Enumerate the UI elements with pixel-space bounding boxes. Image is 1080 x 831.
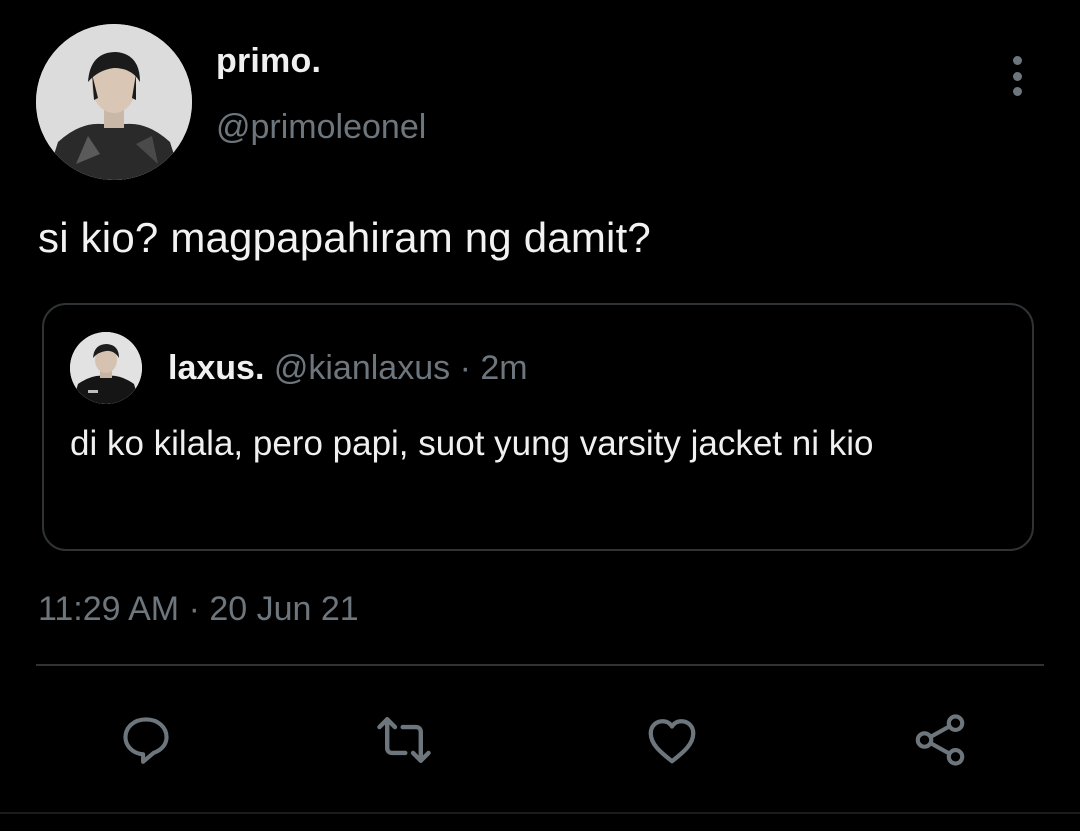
more-dot-icon — [1012, 56, 1022, 65]
more-options-button[interactable] — [1000, 56, 1034, 96]
share-icon — [915, 714, 965, 766]
quoted-tweet-text: di ko kilala, pero papi, suot yung varsi… — [70, 424, 874, 463]
retweet-button[interactable] — [372, 708, 436, 772]
tweet-timestamp[interactable]: 11:29 AM · 20 Jun 21 — [38, 590, 359, 629]
heart-icon — [648, 719, 696, 764]
author-display-name[interactable]: primo. — [216, 42, 321, 81]
quoted-tweet-time: 2m — [480, 349, 528, 387]
quoted-tweet-header: laxus. @kianlaxus · 2m — [168, 349, 528, 388]
divider — [36, 664, 1044, 666]
tweet-detail: primo. @primoleonel si kio? magpapahiram… — [0, 0, 1080, 831]
quoted-tweet-card[interactable]: laxus. @kianlaxus · 2m di ko kilala, per… — [42, 303, 1034, 551]
retweet-icon — [377, 717, 431, 763]
author-avatar[interactable] — [36, 24, 192, 180]
tweet-text: si kio? magpapahiram ng damit? — [38, 214, 651, 261]
more-dot-icon — [1012, 71, 1022, 81]
reply-button[interactable] — [114, 708, 178, 772]
bottom-divider — [0, 812, 1080, 814]
quoted-author-display-name[interactable]: laxus. — [168, 349, 264, 387]
avatar-photo-icon — [36, 24, 192, 180]
comment-bubble-icon — [123, 717, 169, 764]
quoted-author-avatar[interactable] — [70, 332, 142, 404]
more-dot-icon — [1012, 87, 1022, 96]
like-button[interactable] — [640, 708, 704, 772]
quoted-author-handle[interactable]: @kianlaxus — [274, 349, 450, 387]
header-separator: · — [459, 349, 471, 387]
author-handle[interactable]: @primoleonel — [216, 108, 426, 147]
share-button[interactable] — [908, 708, 972, 772]
avatar-photo-icon — [70, 332, 142, 404]
